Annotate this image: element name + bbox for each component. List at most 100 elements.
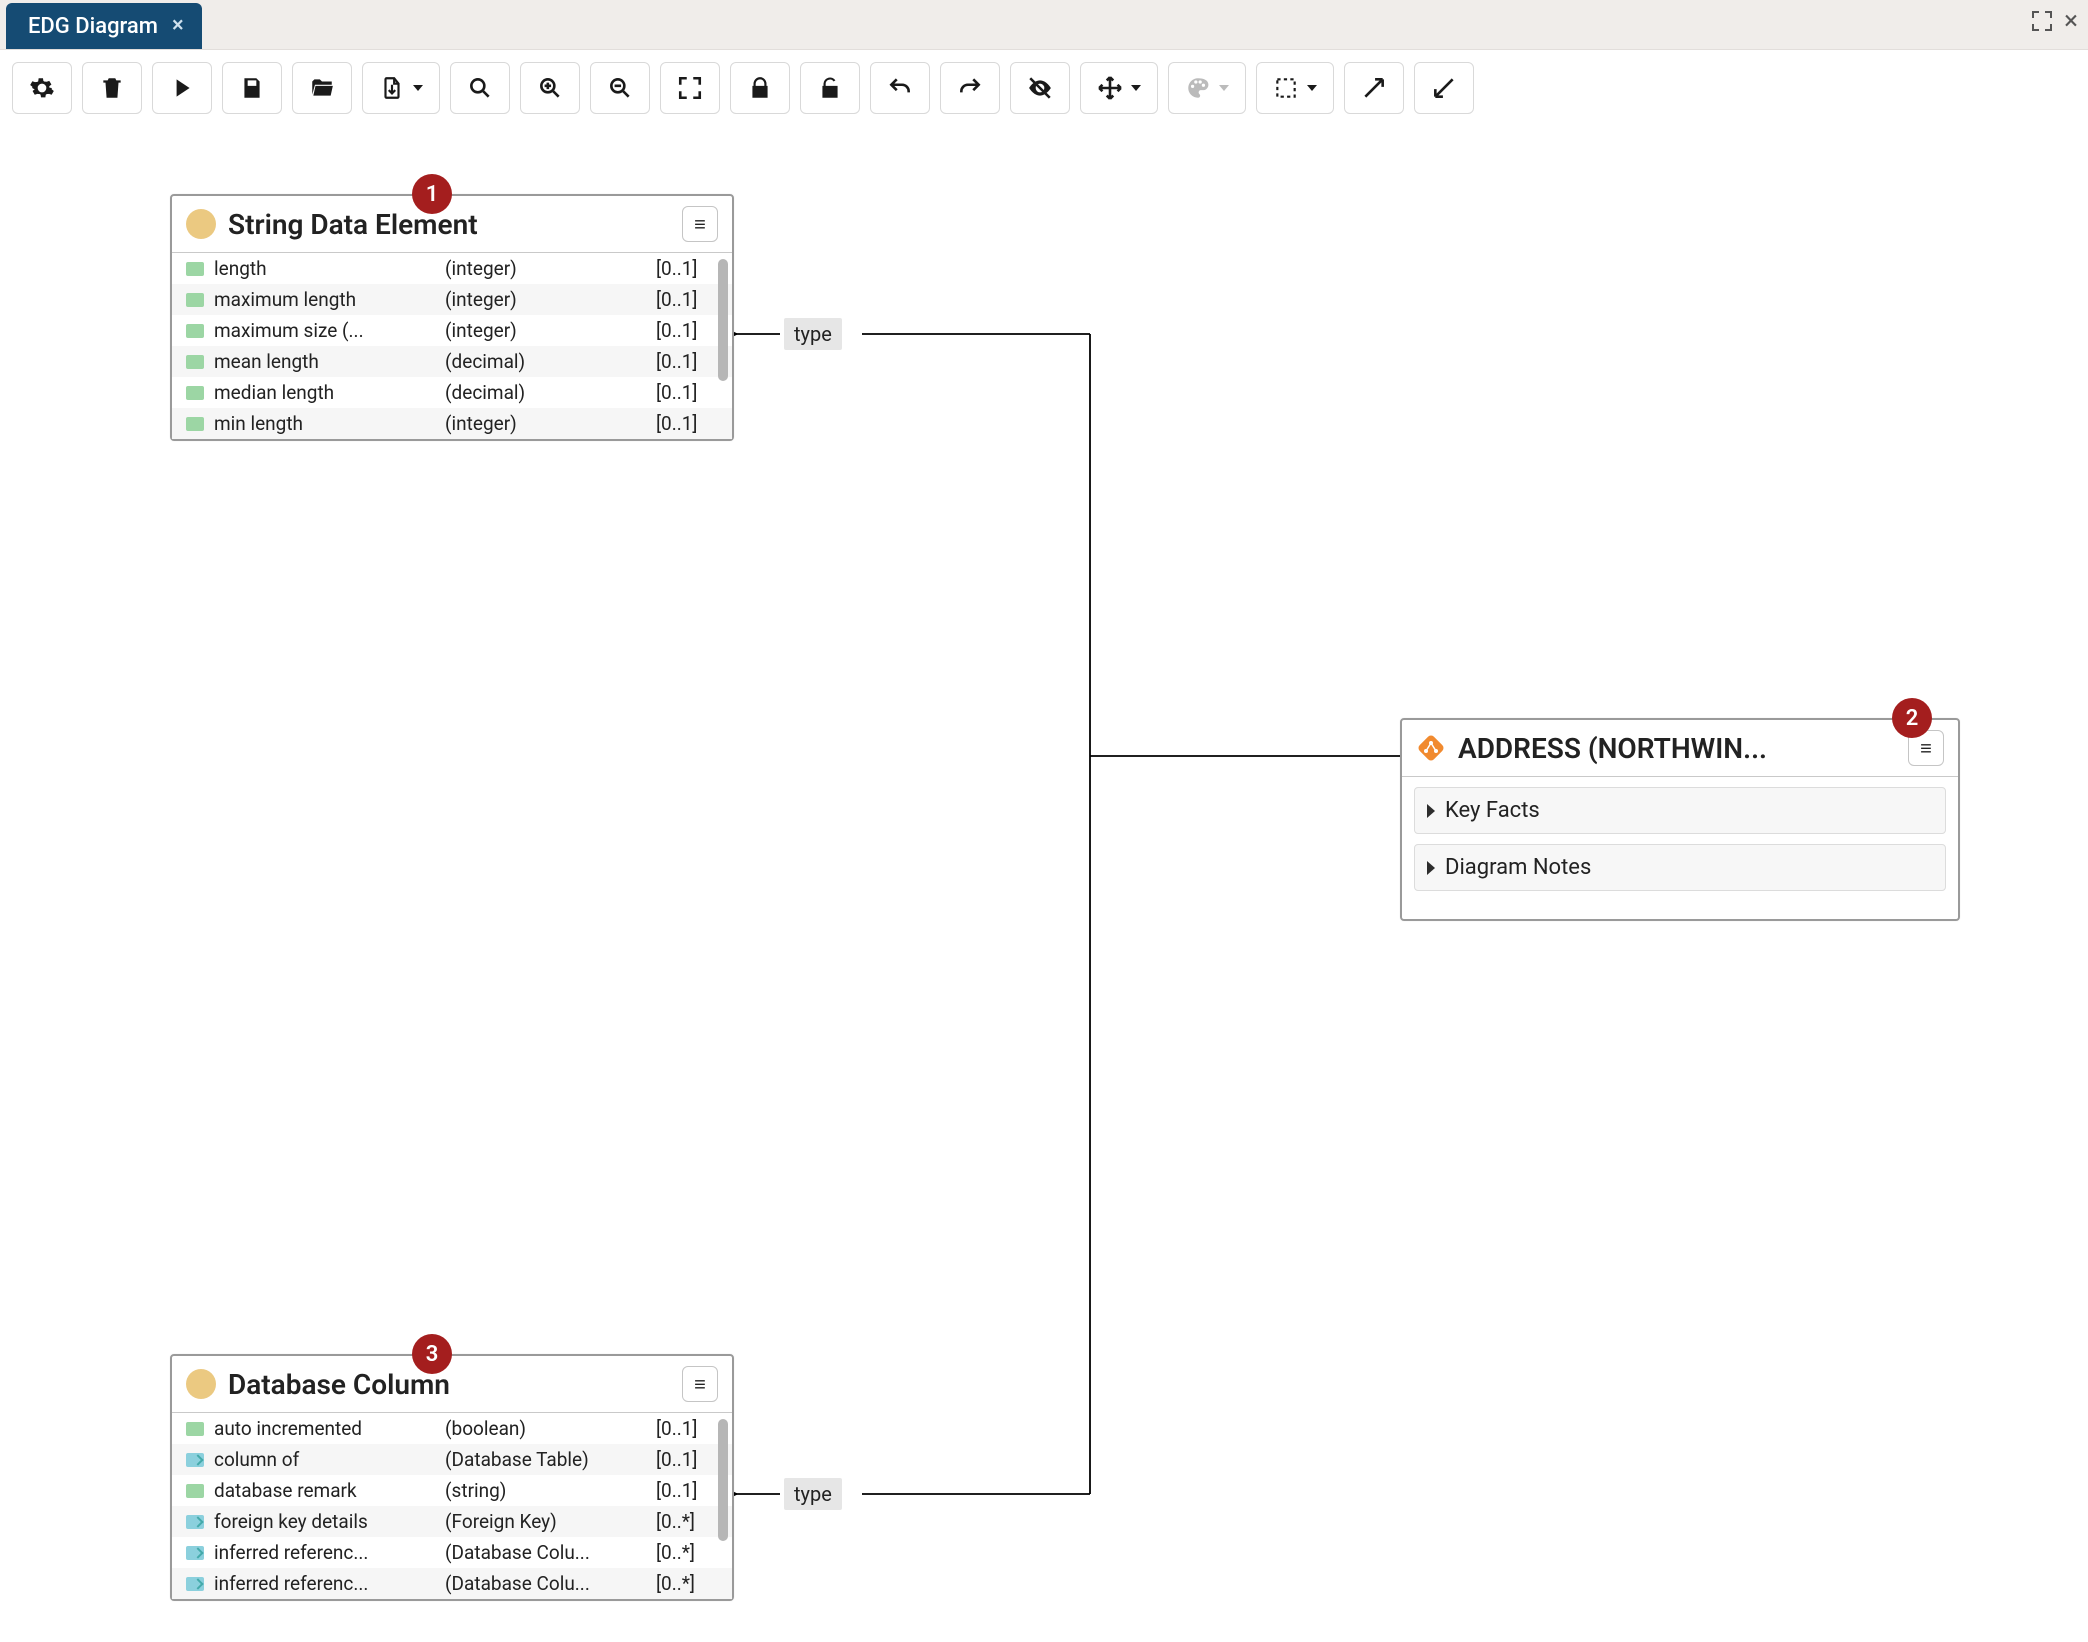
scrollbar[interactable] xyxy=(718,1419,728,1593)
node-string-data-element[interactable]: 1 String Data Element ≡ length(integer)[… xyxy=(170,194,734,441)
fit-button[interactable] xyxy=(660,62,720,114)
property-icon xyxy=(186,1515,204,1529)
property-type: (string) xyxy=(445,1479,646,1502)
node-address[interactable]: 2 ADDRESS (NORTHWIN... ≡ Key FactsDiagra… xyxy=(1400,718,1960,921)
property-name: database remark xyxy=(214,1479,435,1502)
lock-button[interactable] xyxy=(730,62,790,114)
property-name: mean length xyxy=(214,350,435,373)
fullscreen-icon[interactable] xyxy=(2030,9,2054,33)
property-type: (integer) xyxy=(445,319,646,342)
node-title: ADDRESS (NORTHWIN... xyxy=(1458,732,1896,765)
property-name: inferred referenc... xyxy=(214,1541,435,1564)
property-cardinality: [0..1] xyxy=(656,288,718,311)
save-button[interactable] xyxy=(222,62,282,114)
property-icon xyxy=(186,1546,204,1560)
open-button[interactable] xyxy=(292,62,352,114)
property-row[interactable]: foreign key details(Foreign Key)[0..*] xyxy=(172,1506,732,1537)
node-rows: auto incremented(boolean)[0..1]column of… xyxy=(172,1413,732,1599)
collapsible-section[interactable]: Key Facts xyxy=(1414,787,1946,834)
settings-button[interactable] xyxy=(12,62,72,114)
property-name: foreign key details xyxy=(214,1510,435,1533)
property-cardinality: [0..*] xyxy=(656,1572,718,1595)
move-button[interactable] xyxy=(1080,62,1158,114)
search-button[interactable] xyxy=(450,62,510,114)
property-type: (Database Table) xyxy=(445,1448,646,1471)
callout-1: 1 xyxy=(412,174,452,214)
edge-label-type-2: type xyxy=(784,1478,842,1510)
caret-right-icon xyxy=(1427,804,1435,818)
property-type: (boolean) xyxy=(445,1417,646,1440)
expand-button[interactable] xyxy=(1344,62,1404,114)
property-row[interactable]: maximum size (...(integer)[0..1] xyxy=(172,315,732,346)
property-name: column of xyxy=(214,1448,435,1471)
property-cardinality: [0..1] xyxy=(656,257,718,280)
callout-3: 3 xyxy=(412,1334,452,1374)
property-cardinality: [0..1] xyxy=(656,1448,718,1471)
undo-button[interactable] xyxy=(870,62,930,114)
zoom-in-button[interactable] xyxy=(520,62,580,114)
collapsible-section[interactable]: Diagram Notes xyxy=(1414,844,1946,891)
import-button[interactable] xyxy=(362,62,440,114)
property-icon xyxy=(186,386,204,400)
property-row[interactable]: maximum length (integer) [0..1] xyxy=(172,284,732,315)
property-name: maximum length xyxy=(214,288,435,311)
property-row[interactable]: mean length(decimal)[0..1] xyxy=(172,346,732,377)
property-name: maximum size (... xyxy=(214,319,435,342)
property-name: auto incremented xyxy=(214,1417,435,1440)
node-database-column[interactable]: 3 Database Column ≡ auto incremented(boo… xyxy=(170,1354,734,1601)
property-icon xyxy=(186,293,204,307)
delete-button[interactable] xyxy=(82,62,142,114)
zoom-out-button[interactable] xyxy=(590,62,650,114)
property-row[interactable]: inferred referenc... (Database Colu... [0.… xyxy=(172,1568,732,1599)
property-row[interactable]: column of (Database Table) [0..1] xyxy=(172,1444,732,1475)
property-icon xyxy=(186,355,204,369)
property-icon xyxy=(186,262,204,276)
tab-edg-diagram[interactable]: EDG Diagram × xyxy=(6,3,202,49)
collapse-button[interactable] xyxy=(1414,62,1474,114)
instance-icon xyxy=(1416,733,1446,763)
diagram-canvas[interactable]: type type 1 String Data Element ≡ length… xyxy=(0,124,2088,1642)
section-label: Diagram Notes xyxy=(1445,855,1591,880)
property-icon xyxy=(186,417,204,431)
property-type: (Database Colu... xyxy=(445,1572,646,1595)
property-type: (integer) xyxy=(445,288,646,311)
node-title: Database Column xyxy=(228,1368,670,1401)
property-cardinality: [0..1] xyxy=(656,1417,718,1440)
tab-strip: EDG Diagram × × xyxy=(0,0,2088,50)
property-name: length xyxy=(214,257,435,280)
callout-2: 2 xyxy=(1892,698,1932,738)
property-type: (integer) xyxy=(445,412,646,435)
property-row[interactable]: inferred referenc...(Database Colu...[0.… xyxy=(172,1537,732,1568)
property-cardinality: [0..1] xyxy=(656,381,718,404)
property-icon xyxy=(186,1577,204,1591)
close-panel-icon[interactable]: × xyxy=(2064,8,2078,34)
property-name: inferred referenc... xyxy=(214,1572,435,1595)
property-name: min length xyxy=(214,412,435,435)
class-icon xyxy=(186,1369,216,1399)
class-icon xyxy=(186,209,216,239)
tab-title: EDG Diagram xyxy=(28,14,158,39)
visibility-off-button[interactable] xyxy=(1010,62,1070,114)
unlock-button[interactable] xyxy=(800,62,860,114)
property-row[interactable]: length (integer) [0..1] xyxy=(172,253,732,284)
caret-right-icon xyxy=(1427,861,1435,875)
property-row[interactable]: min length (integer) [0..1] xyxy=(172,408,732,439)
property-cardinality: [0..1] xyxy=(656,412,718,435)
scrollbar[interactable] xyxy=(718,259,728,433)
property-row[interactable]: auto incremented (boolean) [0..1] xyxy=(172,1413,732,1444)
node-rows: length (integer) [0..1] maximum length (inte… xyxy=(172,253,732,439)
node-menu-button[interactable]: ≡ xyxy=(682,1366,718,1402)
property-row[interactable]: median length(decimal)[0..1] xyxy=(172,377,732,408)
node-menu-button[interactable]: ≡ xyxy=(682,206,718,242)
redo-button[interactable] xyxy=(940,62,1000,114)
node-title: String Data Element xyxy=(228,208,670,241)
property-cardinality: [0..1] xyxy=(656,350,718,373)
property-type: (integer) xyxy=(445,257,646,280)
property-icon xyxy=(186,1453,204,1467)
property-row[interactable]: database remark(string)[0..1] xyxy=(172,1475,732,1506)
play-button[interactable] xyxy=(152,62,212,114)
close-icon[interactable]: × xyxy=(172,15,184,37)
marquee-button[interactable] xyxy=(1256,62,1334,114)
palette-button[interactable] xyxy=(1168,62,1246,114)
toolbar xyxy=(0,50,2088,126)
